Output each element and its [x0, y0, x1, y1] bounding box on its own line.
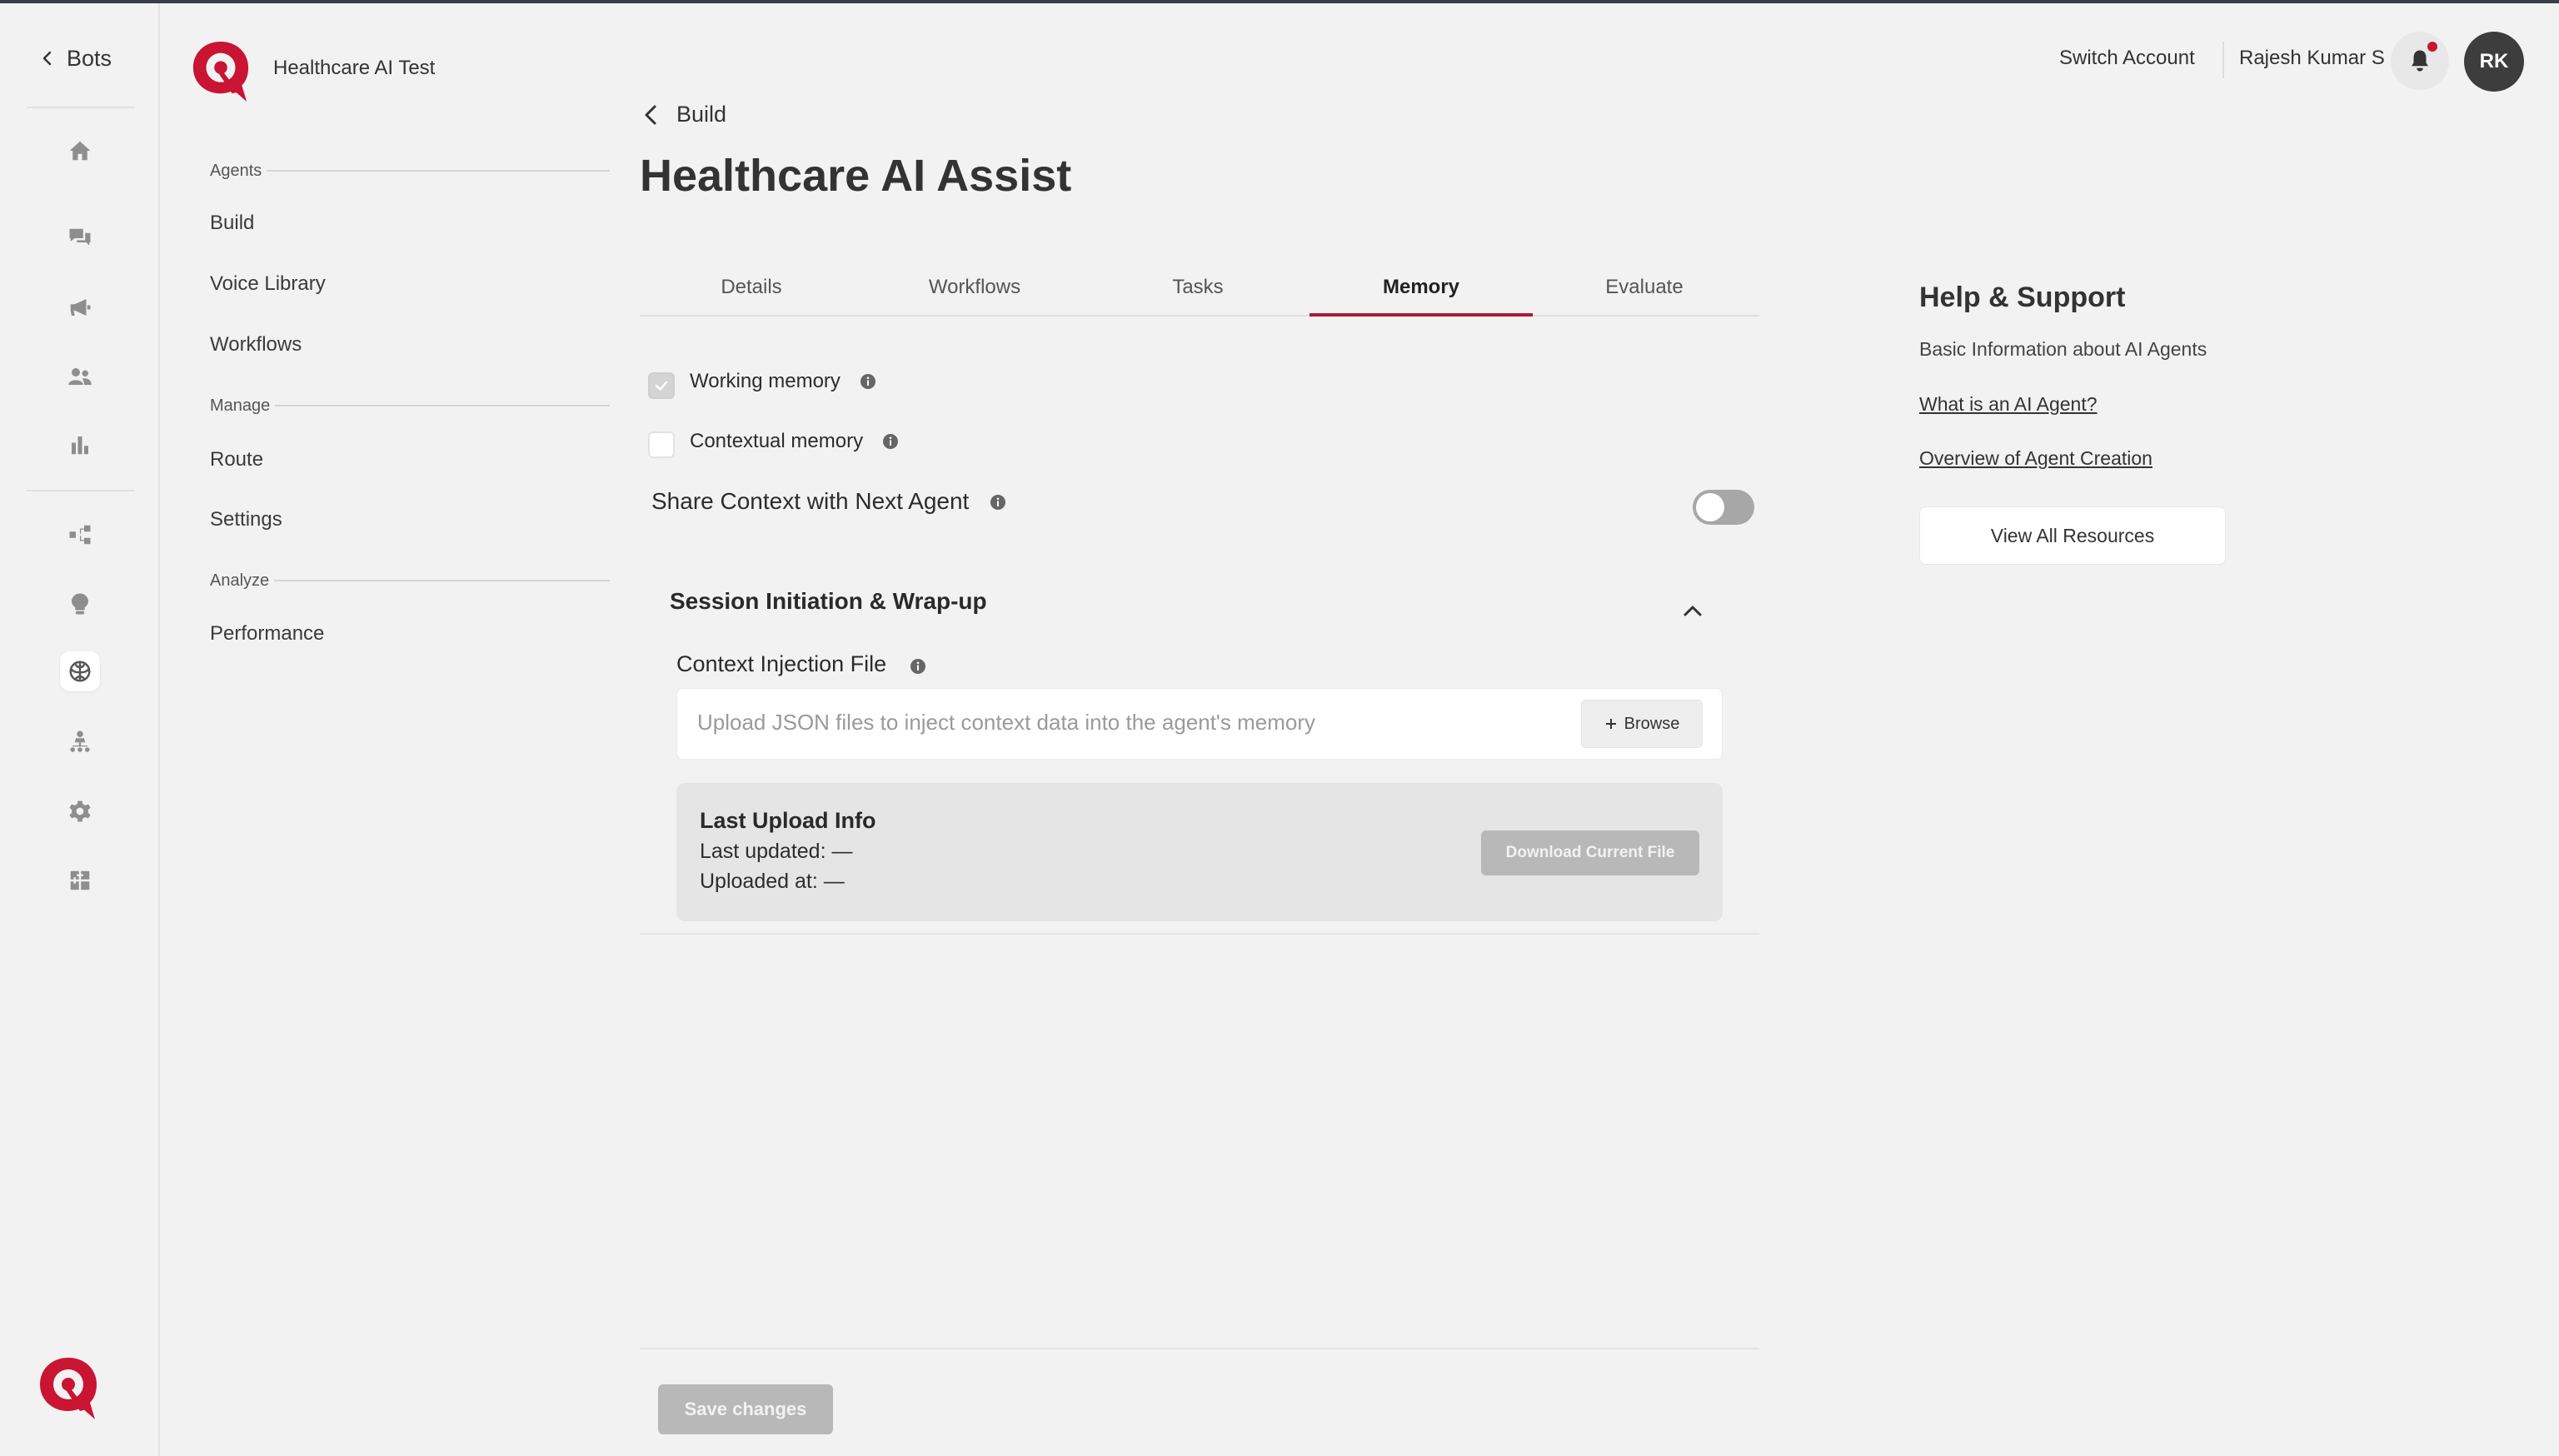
notification-badge: [2426, 40, 2439, 53]
chevron-left-icon: [645, 105, 656, 124]
tab-memory[interactable]: Memory: [1309, 260, 1533, 317]
browse-label: Browse: [1624, 714, 1680, 733]
back-to-build-label: Build: [676, 102, 727, 127]
home-icon: [69, 141, 91, 161]
help-link-agent-creation[interactable]: Overview of Agent Creation: [1919, 447, 2152, 470]
browse-button[interactable]: Browse: [1581, 700, 1703, 748]
contextual-memory-checkbox[interactable]: [648, 431, 675, 458]
tab-details[interactable]: Details: [640, 260, 863, 315]
rail-integrations-button[interactable]: [60, 860, 100, 900]
back-to-bots-label: Bots: [67, 45, 112, 71]
working-memory-label: Working memory: [690, 370, 841, 392]
section-divider: [640, 933, 1759, 935]
rail-divider: [27, 490, 135, 491]
brain-icon: [69, 661, 91, 682]
hierarchy-icon: [70, 730, 90, 752]
chevron-left-icon: [42, 51, 52, 66]
working-memory-checkbox[interactable]: [648, 372, 675, 399]
brand-logo-icon: [192, 41, 249, 102]
tab-evaluate[interactable]: Evaluate: [1533, 260, 1756, 315]
tab-tasks[interactable]: Tasks: [1086, 260, 1309, 315]
back-to-build-link[interactable]: Build: [641, 102, 726, 127]
gear-icon: [69, 800, 91, 822]
nav-group-manage: Manage: [210, 393, 610, 418]
rail-insights-button[interactable]: [60, 584, 100, 624]
nav-group-label: Manage: [210, 396, 271, 415]
checkmark-icon: [655, 381, 668, 391]
flow-icon: [69, 525, 91, 545]
rail-ai-agents-button[interactable]: [60, 651, 100, 691]
uploaded-at-text: Uploaded at: —: [700, 870, 845, 893]
section-title: Session Initiation & Wrap-up: [670, 588, 987, 614]
last-updated-text: Last updated: —: [700, 840, 853, 863]
rail-conversations-button[interactable]: [60, 218, 100, 258]
back-to-bots-link[interactable]: Bots: [40, 40, 112, 77]
chat-icon: [69, 228, 91, 246]
users-icon: [68, 368, 92, 385]
rail-analytics-button[interactable]: [60, 425, 100, 465]
bulb-icon: [72, 593, 88, 615]
puzzle-icon: [70, 870, 90, 890]
info-icon[interactable]: [882, 433, 899, 450]
rail-divider: [27, 107, 135, 108]
help-subtitle: Basic Information about AI Agents: [1919, 338, 2207, 360]
header-divider: [2222, 42, 2224, 78]
share-context-label: Share Context with Next Agent: [651, 488, 970, 514]
contextual-memory-label: Contextual memory: [690, 430, 864, 452]
download-current-file-button[interactable]: Download Current File: [1481, 830, 1699, 875]
user-avatar[interactable]: RK: [2464, 32, 2524, 92]
nav-group-label: Agents: [210, 161, 262, 180]
help-link-what-is-agent[interactable]: What is an AI Agent?: [1919, 393, 2098, 416]
footer-divider: [640, 1348, 1759, 1349]
nav-item-settings[interactable]: Settings: [210, 508, 282, 531]
upload-placeholder: Upload JSON files to inject context data…: [697, 710, 1316, 735]
notifications-button[interactable]: [2391, 32, 2449, 90]
nav-item-build[interactable]: Build: [210, 212, 254, 235]
nav-group-label: Analyze: [210, 571, 270, 590]
switch-account-link[interactable]: Switch Account: [2059, 47, 2195, 70]
workspace-name: Healthcare AI Test: [273, 57, 436, 79]
plus-icon: [1605, 719, 1616, 729]
toggle-knob: [1696, 493, 1724, 521]
save-changes-button[interactable]: Save changes: [658, 1384, 833, 1434]
help-title: Help & Support: [1919, 282, 2126, 313]
rail-users-button[interactable]: [60, 357, 100, 396]
collapse-section-button[interactable]: [1676, 596, 1709, 625]
megaphone-icon: [70, 299, 91, 316]
last-upload-title: Last Upload Info: [700, 808, 876, 833]
nav-item-voice-library[interactable]: Voice Library: [210, 272, 326, 296]
rail-hierarchy-button[interactable]: [60, 721, 100, 761]
tab-bar: Details Workflows Tasks Memory Evaluate: [640, 260, 1759, 317]
bottom-brand-logo-icon: [40, 1358, 97, 1419]
bar-chart-icon: [72, 436, 88, 455]
rail-flows-button[interactable]: [60, 515, 100, 555]
context-injection-file-label: Context Injection File: [676, 651, 887, 676]
nav-item-workflows[interactable]: Workflows: [210, 333, 302, 357]
info-icon[interactable]: [860, 373, 876, 390]
info-icon[interactable]: [990, 494, 1006, 511]
info-icon[interactable]: [910, 658, 926, 675]
share-context-toggle[interactable]: [1693, 490, 1754, 525]
view-all-resources-button[interactable]: View All Resources: [1919, 506, 2226, 565]
nav-group-agents: Agents: [210, 158, 610, 183]
nav-item-performance[interactable]: Performance: [210, 622, 324, 646]
rail-campaigns-button[interactable]: [60, 287, 100, 327]
chevron-up-icon: [1684, 606, 1702, 616]
user-name: Rajesh Kumar S: [2239, 47, 2385, 69]
tab-workflows[interactable]: Workflows: [863, 260, 1086, 315]
page-title: Healthcare AI Assist: [640, 151, 1072, 201]
nav-item-route[interactable]: Route: [210, 448, 263, 471]
rail-settings-button[interactable]: [60, 791, 100, 831]
nav-group-analyze: Analyze: [210, 568, 610, 593]
rail-home-button[interactable]: [60, 131, 100, 171]
